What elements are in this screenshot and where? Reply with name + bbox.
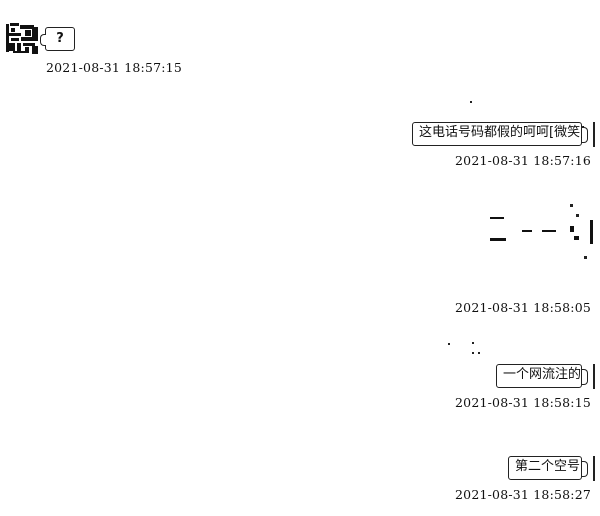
message-timestamp: 2021-08-31 18:57:16 [455, 153, 591, 168]
speck [472, 342, 474, 344]
message-timestamp: 2021-08-31 18:57:15 [46, 60, 182, 75]
message-timestamp: 2021-08-31 18:58:05 [455, 300, 591, 315]
speck [478, 352, 480, 354]
sticker-image-icon [490, 204, 593, 259]
speck [472, 352, 474, 354]
message-timestamp: 2021-08-31 18:58:27 [455, 487, 591, 502]
message-image-outgoing[interactable] [486, 200, 596, 262]
message-bubble-outgoing[interactable]: 一个网流注的 [496, 364, 595, 389]
chat-history: ? 2021-08-31 18:57:15 这电话号码都假的呵呵[微笑] 202… [0, 0, 600, 516]
contact-avatar[interactable] [5, 21, 39, 55]
speck [448, 343, 450, 345]
speck [470, 101, 472, 103]
message-bubble-outgoing[interactable]: 第二个空号 [508, 456, 595, 481]
message-bubble-outgoing[interactable]: 这电话号码都假的呵呵[微笑] [412, 122, 595, 147]
contact-avatar-icon [5, 21, 39, 55]
message-timestamp: 2021-08-31 18:58:15 [455, 395, 591, 410]
message-bubble-incoming[interactable]: ? [40, 27, 75, 51]
